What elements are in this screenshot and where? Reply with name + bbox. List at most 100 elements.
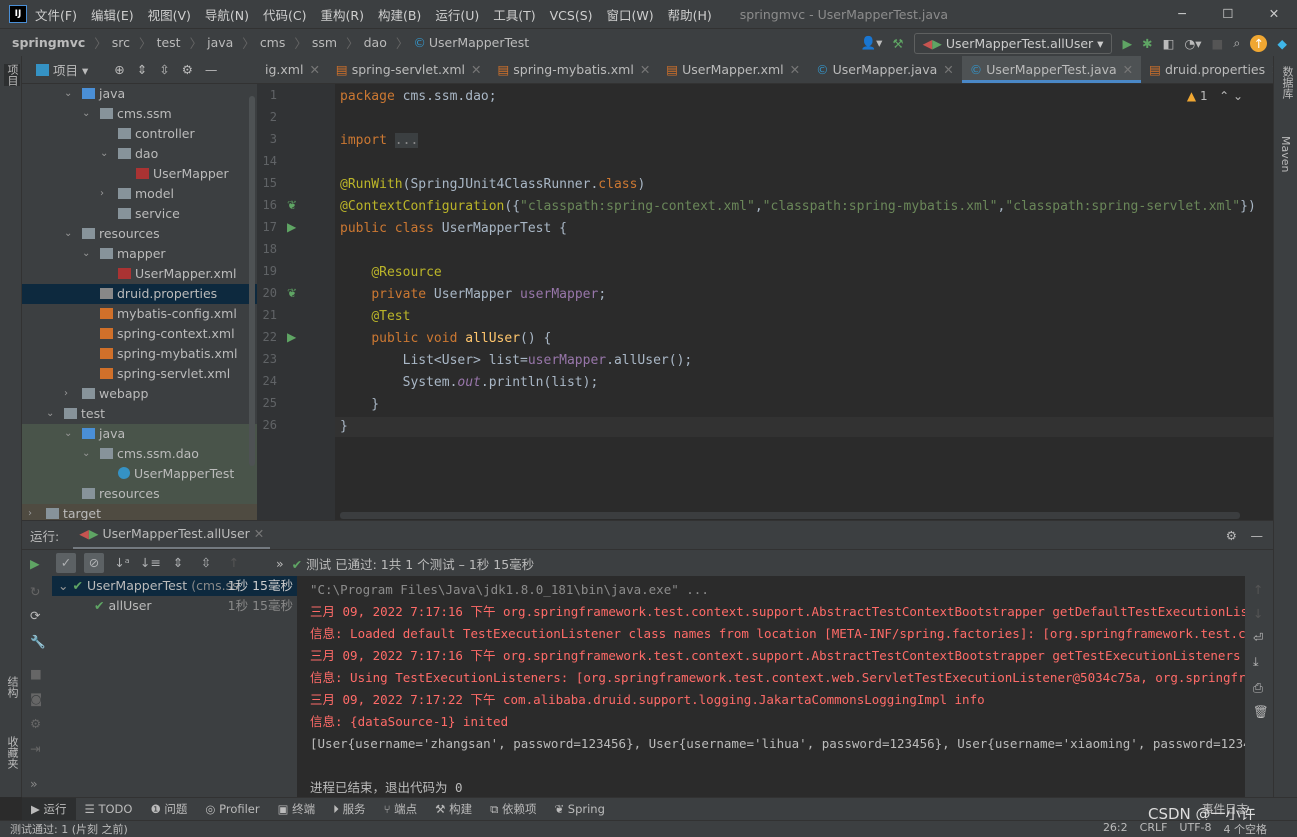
run-test-gutter-icon[interactable]: ▶ [287, 330, 296, 344]
breadcrumb-item[interactable]: cms [260, 35, 286, 50]
project-tool-button[interactable]: 项目 [4, 64, 20, 86]
show-ignored-toggle[interactable]: ⊘ [84, 553, 104, 573]
more-icon[interactable]: » [30, 776, 38, 791]
editor-tab[interactable]: © UserMapperTest.java ✕ [961, 56, 1142, 83]
breadcrumb-item[interactable]: springmvc [12, 35, 85, 50]
clear-icon[interactable]: 🗑 [1253, 704, 1269, 720]
project-tree-item[interactable]: › webapp [22, 384, 257, 404]
tool-tab-5[interactable]: ⏵ 服务 [324, 798, 374, 821]
chevron-down-icon[interactable]: ⌄ [82, 444, 90, 464]
wrench-icon[interactable]: 🔧 [30, 634, 46, 650]
project-view-select[interactable]: 项目 ▾ [36, 60, 88, 79]
sort-alpha-icon[interactable]: ↓ᵃ [112, 553, 132, 573]
project-scrollbar[interactable] [249, 96, 255, 466]
chevron-down-icon[interactable]: ⌄ [64, 84, 72, 104]
project-tree-item[interactable]: ⌄ cms.ssm [22, 104, 257, 124]
toggle-auto-test-icon[interactable]: ⟳ [30, 608, 40, 623]
stop-run-icon[interactable]: ■ [30, 666, 42, 681]
down-trace-icon[interactable]: ↓ [1253, 606, 1263, 621]
tab-close-icon[interactable]: ✕ [309, 62, 319, 77]
run-test-gutter-icon[interactable]: ▶ [287, 220, 296, 234]
spring-bean-icon[interactable]: ❦ [287, 198, 297, 212]
project-tree-item[interactable]: › model [22, 184, 257, 204]
tool-tab-9[interactable]: ❦ Spring [545, 798, 613, 821]
menu-item[interactable]: 视图(V) [148, 8, 191, 23]
tool-tab-6[interactable]: ⑂ 端点 [375, 798, 427, 821]
menu-item[interactable]: 重构(R) [321, 8, 364, 23]
project-tree-item[interactable]: controller [22, 124, 257, 144]
console-output[interactable]: "C:\Program Files\Java\jdk1.8.0_181\bin\… [297, 576, 1245, 798]
gear-icon[interactable]: ⚙ [182, 62, 193, 77]
tool-tab-7[interactable]: ⚒ 构建 [426, 798, 481, 821]
project-tree-item[interactable]: resources [22, 484, 257, 504]
menu-item[interactable]: 帮助(H) [668, 8, 712, 23]
editor-tab[interactable]: © UserMapper.java ✕ [808, 56, 962, 83]
menu-item[interactable]: 导航(N) [205, 8, 249, 23]
chevron-down-icon[interactable]: ⌄ [46, 404, 54, 424]
tab-close-icon[interactable]: ✕ [1123, 62, 1133, 77]
locate-icon[interactable]: ⊕ [114, 62, 124, 77]
minimize-button[interactable]: ─ [1159, 0, 1205, 28]
toolbox-icon[interactable]: ◆ [1277, 36, 1287, 51]
status-message[interactable]: 测试通过: 1 (片刻 之前) [10, 821, 128, 837]
editor-tab[interactable]: ▤ spring-servlet.xml ✕ [328, 56, 490, 83]
line-separator[interactable]: CRLF [1140, 821, 1168, 837]
editor-tab[interactable]: ▤druid.properties ✕ [1141, 56, 1273, 83]
project-tree-item[interactable]: spring-servlet.xml [22, 364, 257, 384]
vcs-user-icon[interactable]: 👤▾ [861, 35, 883, 51]
project-tree-item[interactable]: druid.properties [22, 284, 257, 304]
editor-horizontal-scrollbar[interactable] [340, 512, 1240, 519]
scroll-to-end-icon[interactable]: ⤓ [1253, 654, 1259, 670]
chevron-down-icon[interactable]: ⌄ [82, 104, 90, 124]
breadcrumb-item[interactable]: dao [364, 35, 387, 50]
sort-duration-icon[interactable]: ↓≡ [140, 553, 161, 573]
project-tree-item[interactable]: ⌄ java [22, 84, 257, 104]
collapse-all-tests-icon[interactable]: ⇳ [196, 553, 216, 573]
tab-close-icon[interactable]: ✕ [943, 62, 953, 77]
print-icon[interactable]: ⎙ [1253, 680, 1263, 696]
run-hide-icon[interactable]: — [1251, 528, 1264, 543]
file-encoding[interactable]: UTF-8 [1179, 821, 1211, 837]
code-editor[interactable]: ▲ 1 ⌃ ⌄ package cms.ssm.dao; import ... @R… [335, 84, 1273, 520]
chevron-right-icon[interactable]: › [100, 184, 104, 204]
collapse-all-icon[interactable]: ⇳ [159, 62, 169, 77]
project-tree-item[interactable]: UserMapper [22, 164, 257, 184]
menu-item[interactable]: 窗口(W) [607, 8, 654, 23]
tab-close-icon[interactable]: ✕ [790, 62, 800, 77]
debug-icon[interactable]: ✱ [1142, 36, 1152, 51]
project-tree-item[interactable]: ⌄ test [22, 404, 257, 424]
run-settings-icon[interactable]: ⚙ [1226, 528, 1237, 543]
search-icon[interactable]: ⌕ [1233, 35, 1240, 51]
breadcrumb-item[interactable]: src [112, 35, 130, 50]
menu-item[interactable]: 编辑(E) [91, 8, 134, 23]
expand-all-icon[interactable]: ⇕ [137, 62, 147, 77]
tool-tab-3[interactable]: ◎ Profiler [196, 798, 268, 821]
settings-run-icon[interactable]: ⚙ [30, 716, 41, 731]
run-icon[interactable]: ▶ [1122, 36, 1132, 51]
expand-all-tests-icon[interactable]: ⇕ [168, 553, 188, 573]
inspection-widget[interactable]: ▲ 1 ⌃ ⌄ [1187, 89, 1243, 103]
menu-item[interactable]: 代码(C) [263, 8, 306, 23]
update-icon[interactable]: ↑ [1250, 34, 1268, 52]
project-tree-item[interactable]: ⌄ cms.ssm.dao [22, 444, 257, 464]
tab-close-icon[interactable]: ✕ [640, 62, 650, 77]
project-tree-item[interactable]: ⌄ dao [22, 144, 257, 164]
structure-tool-button[interactable]: 结构 [4, 676, 20, 698]
project-tree-item[interactable]: mybatis-config.xml [22, 304, 257, 324]
caret-position[interactable]: 26:2 [1103, 821, 1128, 837]
camera-icon[interactable]: ◙ [30, 691, 42, 706]
maximize-button[interactable]: ☐ [1205, 0, 1251, 28]
soft-wrap-icon[interactable]: ⏎ [1253, 630, 1263, 645]
tool-tab-1[interactable]: ☰ TODO [76, 798, 142, 821]
breadcrumb-item[interactable]: java [207, 35, 233, 50]
menu-item[interactable]: 运行(U) [435, 8, 479, 23]
spring-bean-icon[interactable]: ❦ [287, 286, 297, 300]
profile-icon[interactable]: ◔▾ [1184, 36, 1201, 51]
chevron-down-icon[interactable]: ⌄ [82, 244, 90, 264]
tab-close-icon[interactable]: ✕ [1271, 62, 1273, 77]
test-tree-item[interactable]: ✔ allUser 1秒 15毫秒 [52, 596, 297, 616]
favorites-tool-button[interactable]: 收藏夹 [4, 736, 20, 769]
project-tree-item[interactable]: service [22, 204, 257, 224]
indent-setting[interactable]: 4 个空格 [1224, 821, 1268, 837]
rerun-failed-icon[interactable]: ↻ [30, 584, 40, 599]
